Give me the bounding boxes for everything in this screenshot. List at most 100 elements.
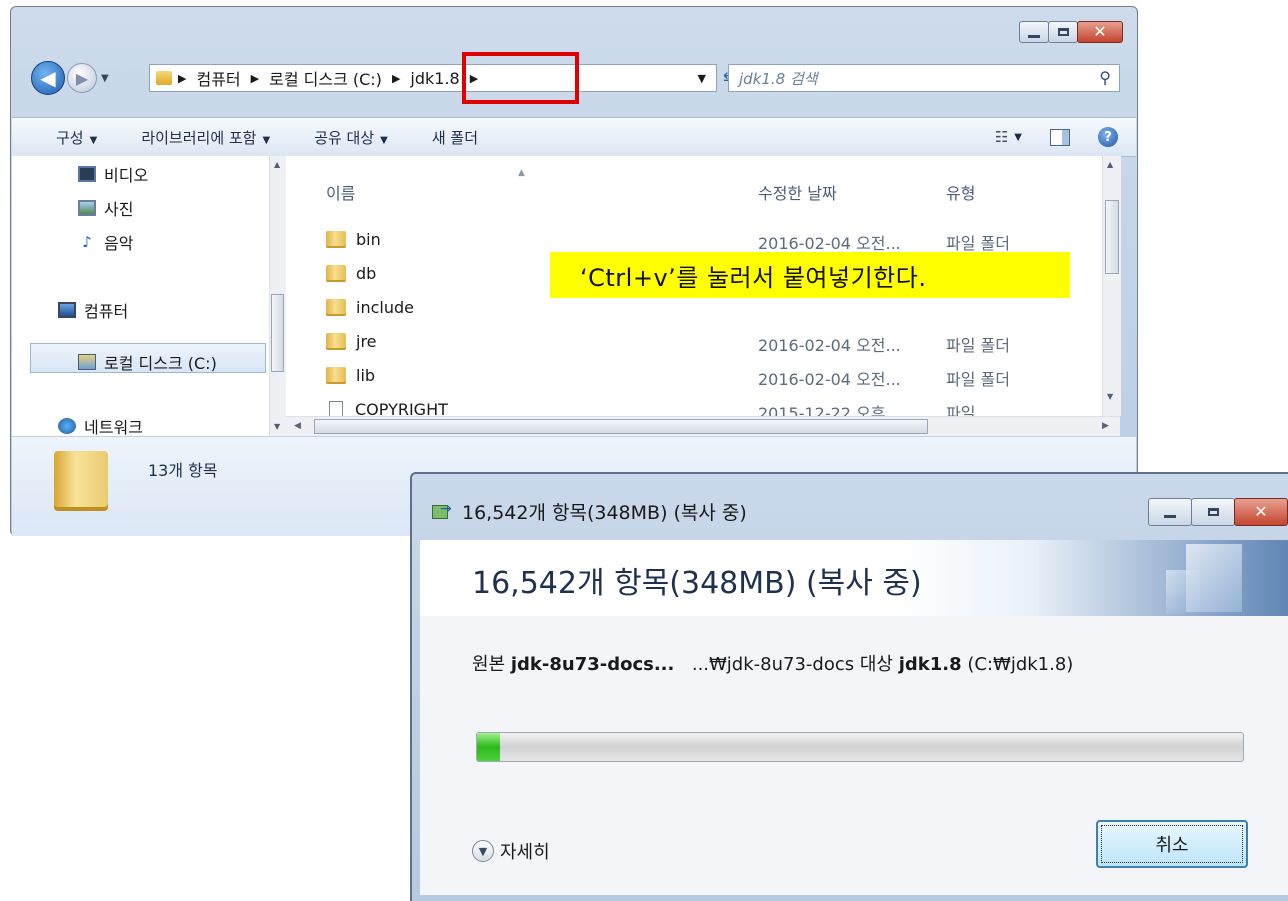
breadcrumb-separator-icon[interactable]: ▶ — [251, 72, 259, 85]
more-details-button[interactable]: ▼ 자세히 — [472, 838, 550, 864]
network-icon — [58, 418, 76, 434]
column-header-type[interactable]: 유형 — [946, 180, 975, 204]
views-dropdown-icon[interactable]: ▼ — [1014, 132, 1022, 143]
destination-name: jdk1.8 — [898, 654, 962, 675]
organize-label: 구성 — [56, 128, 84, 147]
pictures-icon — [78, 200, 96, 216]
file-name: jre — [356, 332, 377, 351]
file-type: 파일 폴더 — [946, 336, 1010, 355]
minimize-button[interactable] — [1019, 21, 1049, 43]
dialog-window-controls: ✕ — [1148, 498, 1288, 526]
scroll-up-icon[interactable]: ▲ — [274, 160, 280, 169]
file-date: 2015-12-22 오후... — [758, 404, 901, 416]
address-dropdown-icon[interactable]: ▼ — [698, 72, 706, 85]
maximize-button[interactable] — [1191, 498, 1235, 526]
folder-icon — [326, 265, 346, 282]
nav-item-label: 네트워크 — [84, 418, 143, 437]
close-icon: ✕ — [1254, 502, 1268, 521]
window-controls: ✕ — [1019, 21, 1123, 43]
nav-item-music[interactable]: ♪ 음악 — [78, 230, 133, 254]
maximize-icon — [1207, 508, 1219, 516]
preview-pane-icon[interactable] — [1050, 128, 1070, 146]
scroll-up-icon[interactable]: ▲ — [1107, 160, 1113, 169]
minimize-icon — [1164, 514, 1176, 518]
folder-icon — [326, 231, 346, 248]
close-icon: ✕ — [1093, 22, 1107, 41]
dialog-body: 원본 jdk-8u73-docs... ...₩jdk-8u73-docs 대상… — [420, 616, 1288, 895]
breadcrumb-separator-icon[interactable]: ▶ — [392, 72, 400, 85]
chevron-down-icon: ▼ — [380, 134, 388, 146]
view-controls: ☷ ▼ ? — [995, 127, 1118, 147]
nav-item-network[interactable]: 네트워크 — [58, 414, 143, 438]
nav-item-computer[interactable]: 컴퓨터 — [58, 298, 128, 322]
source-path: ...₩jdk-8u73-docs — [691, 654, 855, 675]
nav-pane-scrollbar[interactable]: ▲ ▼ — [269, 156, 286, 436]
computer-icon — [58, 302, 76, 318]
decorative-glass-icon — [1186, 544, 1242, 612]
progress-fill — [477, 733, 500, 761]
chevron-down-icon: ▼ — [89, 134, 98, 146]
file-name: include — [356, 298, 414, 317]
source-name: jdk-8u73-docs... — [510, 654, 675, 675]
nav-item-pictures[interactable]: 사진 — [78, 196, 133, 220]
new-folder-button[interactable]: 새 폴더 — [432, 127, 478, 148]
scrollbar-thumb[interactable] — [314, 419, 928, 434]
share-with-menu[interactable]: 공유 대상 ▼ — [314, 127, 388, 148]
nav-item-label: 로컬 디스크 (C:) — [104, 354, 217, 373]
breadcrumb-separator-icon[interactable]: ▶ — [178, 72, 186, 85]
back-button[interactable]: ◀ — [31, 61, 65, 95]
folder-icon — [156, 71, 172, 85]
help-icon[interactable]: ? — [1098, 127, 1118, 147]
scrollbar-thumb[interactable] — [271, 294, 284, 372]
file-name-cell: lib — [326, 366, 375, 385]
navigation-buttons: ◀ ▶ ▼ — [31, 61, 109, 95]
close-button[interactable]: ✕ — [1234, 498, 1288, 526]
include-in-library-menu[interactable]: 라이브러리에 포함 ▼ — [141, 127, 270, 148]
nav-item-label: 컴퓨터 — [84, 302, 129, 321]
nav-item-local-disk[interactable]: 로컬 디스크 (C:) — [78, 350, 217, 374]
file-type: 파일 폴더 — [946, 234, 1010, 253]
file-name: COPYRIGHT — [355, 400, 448, 416]
close-button[interactable]: ✕ — [1077, 21, 1123, 43]
file-date: 2016-02-04 오전... — [758, 234, 901, 253]
minimize-icon — [1028, 34, 1040, 38]
scroll-right-icon[interactable]: ▶ — [1102, 421, 1109, 431]
scroll-down-icon[interactable]: ▼ — [274, 422, 280, 431]
chevron-down-icon: ▼ — [262, 134, 271, 146]
search-input[interactable]: jdk1.8 검색 ⚲ — [728, 64, 1120, 92]
maximize-button[interactable] — [1048, 21, 1078, 43]
file-date: 2016-02-04 오전... — [758, 370, 901, 389]
column-header-date[interactable]: 수정한 날짜 — [758, 180, 837, 204]
breadcrumb-local-disk[interactable]: 로컬 디스크 (C:) — [269, 66, 382, 90]
file-list-horizontal-scrollbar[interactable]: ◀ ▶ — [286, 416, 1120, 437]
music-icon: ♪ — [82, 233, 92, 251]
breadcrumb-jdk[interactable]: jdk1.8 — [410, 69, 459, 88]
column-header-name[interactable]: 이름 — [326, 180, 355, 204]
more-details-label: 자세히 — [500, 842, 550, 863]
file-row[interactable]: lib 2016-02-04 오전... 파일 폴더 — [286, 360, 1102, 394]
nav-item-videos[interactable]: 비디오 — [78, 162, 148, 186]
copy-icon — [432, 501, 454, 521]
instruction-annotation: ‘Ctrl+v’를 눌러서 붙여넣기한다. — [550, 252, 1070, 298]
nav-item-label: 비디오 — [104, 166, 149, 185]
back-arrow-icon: ◀ — [40, 66, 56, 90]
views-icon[interactable]: ☷ — [995, 128, 1008, 146]
file-date: 2016-02-04 오전... — [758, 336, 901, 355]
minimize-button[interactable] — [1148, 498, 1192, 526]
dialog-title-bar: 16,542개 항목(348MB) (복사 중) — [432, 498, 747, 525]
organize-menu[interactable]: 구성 ▼ — [56, 127, 97, 148]
forward-button[interactable]: ▶ — [67, 63, 97, 93]
search-icon[interactable]: ⚲ — [1099, 68, 1111, 87]
file-list-vertical-scrollbar[interactable]: ▲ ▼ — [1102, 156, 1121, 416]
address-bar[interactable]: ▶ 컴퓨터 ▶ 로컬 디스크 (C:) ▶ jdk1.8 ▶ ▼ — [149, 64, 717, 92]
scroll-left-icon[interactable]: ◀ — [294, 421, 301, 431]
folder-icon — [326, 367, 346, 384]
file-row[interactable]: COPYRIGHT 2015-12-22 오후... 파일 — [286, 394, 1102, 416]
cancel-button[interactable]: 취소 — [1096, 820, 1248, 868]
recent-pages-dropdown[interactable]: ▼ — [101, 73, 109, 84]
file-row[interactable]: jre 2016-02-04 오전... 파일 폴더 — [286, 326, 1102, 360]
scrollbar-thumb[interactable] — [1105, 200, 1119, 274]
destination-label: 대상 — [859, 654, 893, 675]
breadcrumb-computer[interactable]: 컴퓨터 — [196, 66, 240, 90]
scroll-down-icon[interactable]: ▼ — [1107, 392, 1113, 401]
